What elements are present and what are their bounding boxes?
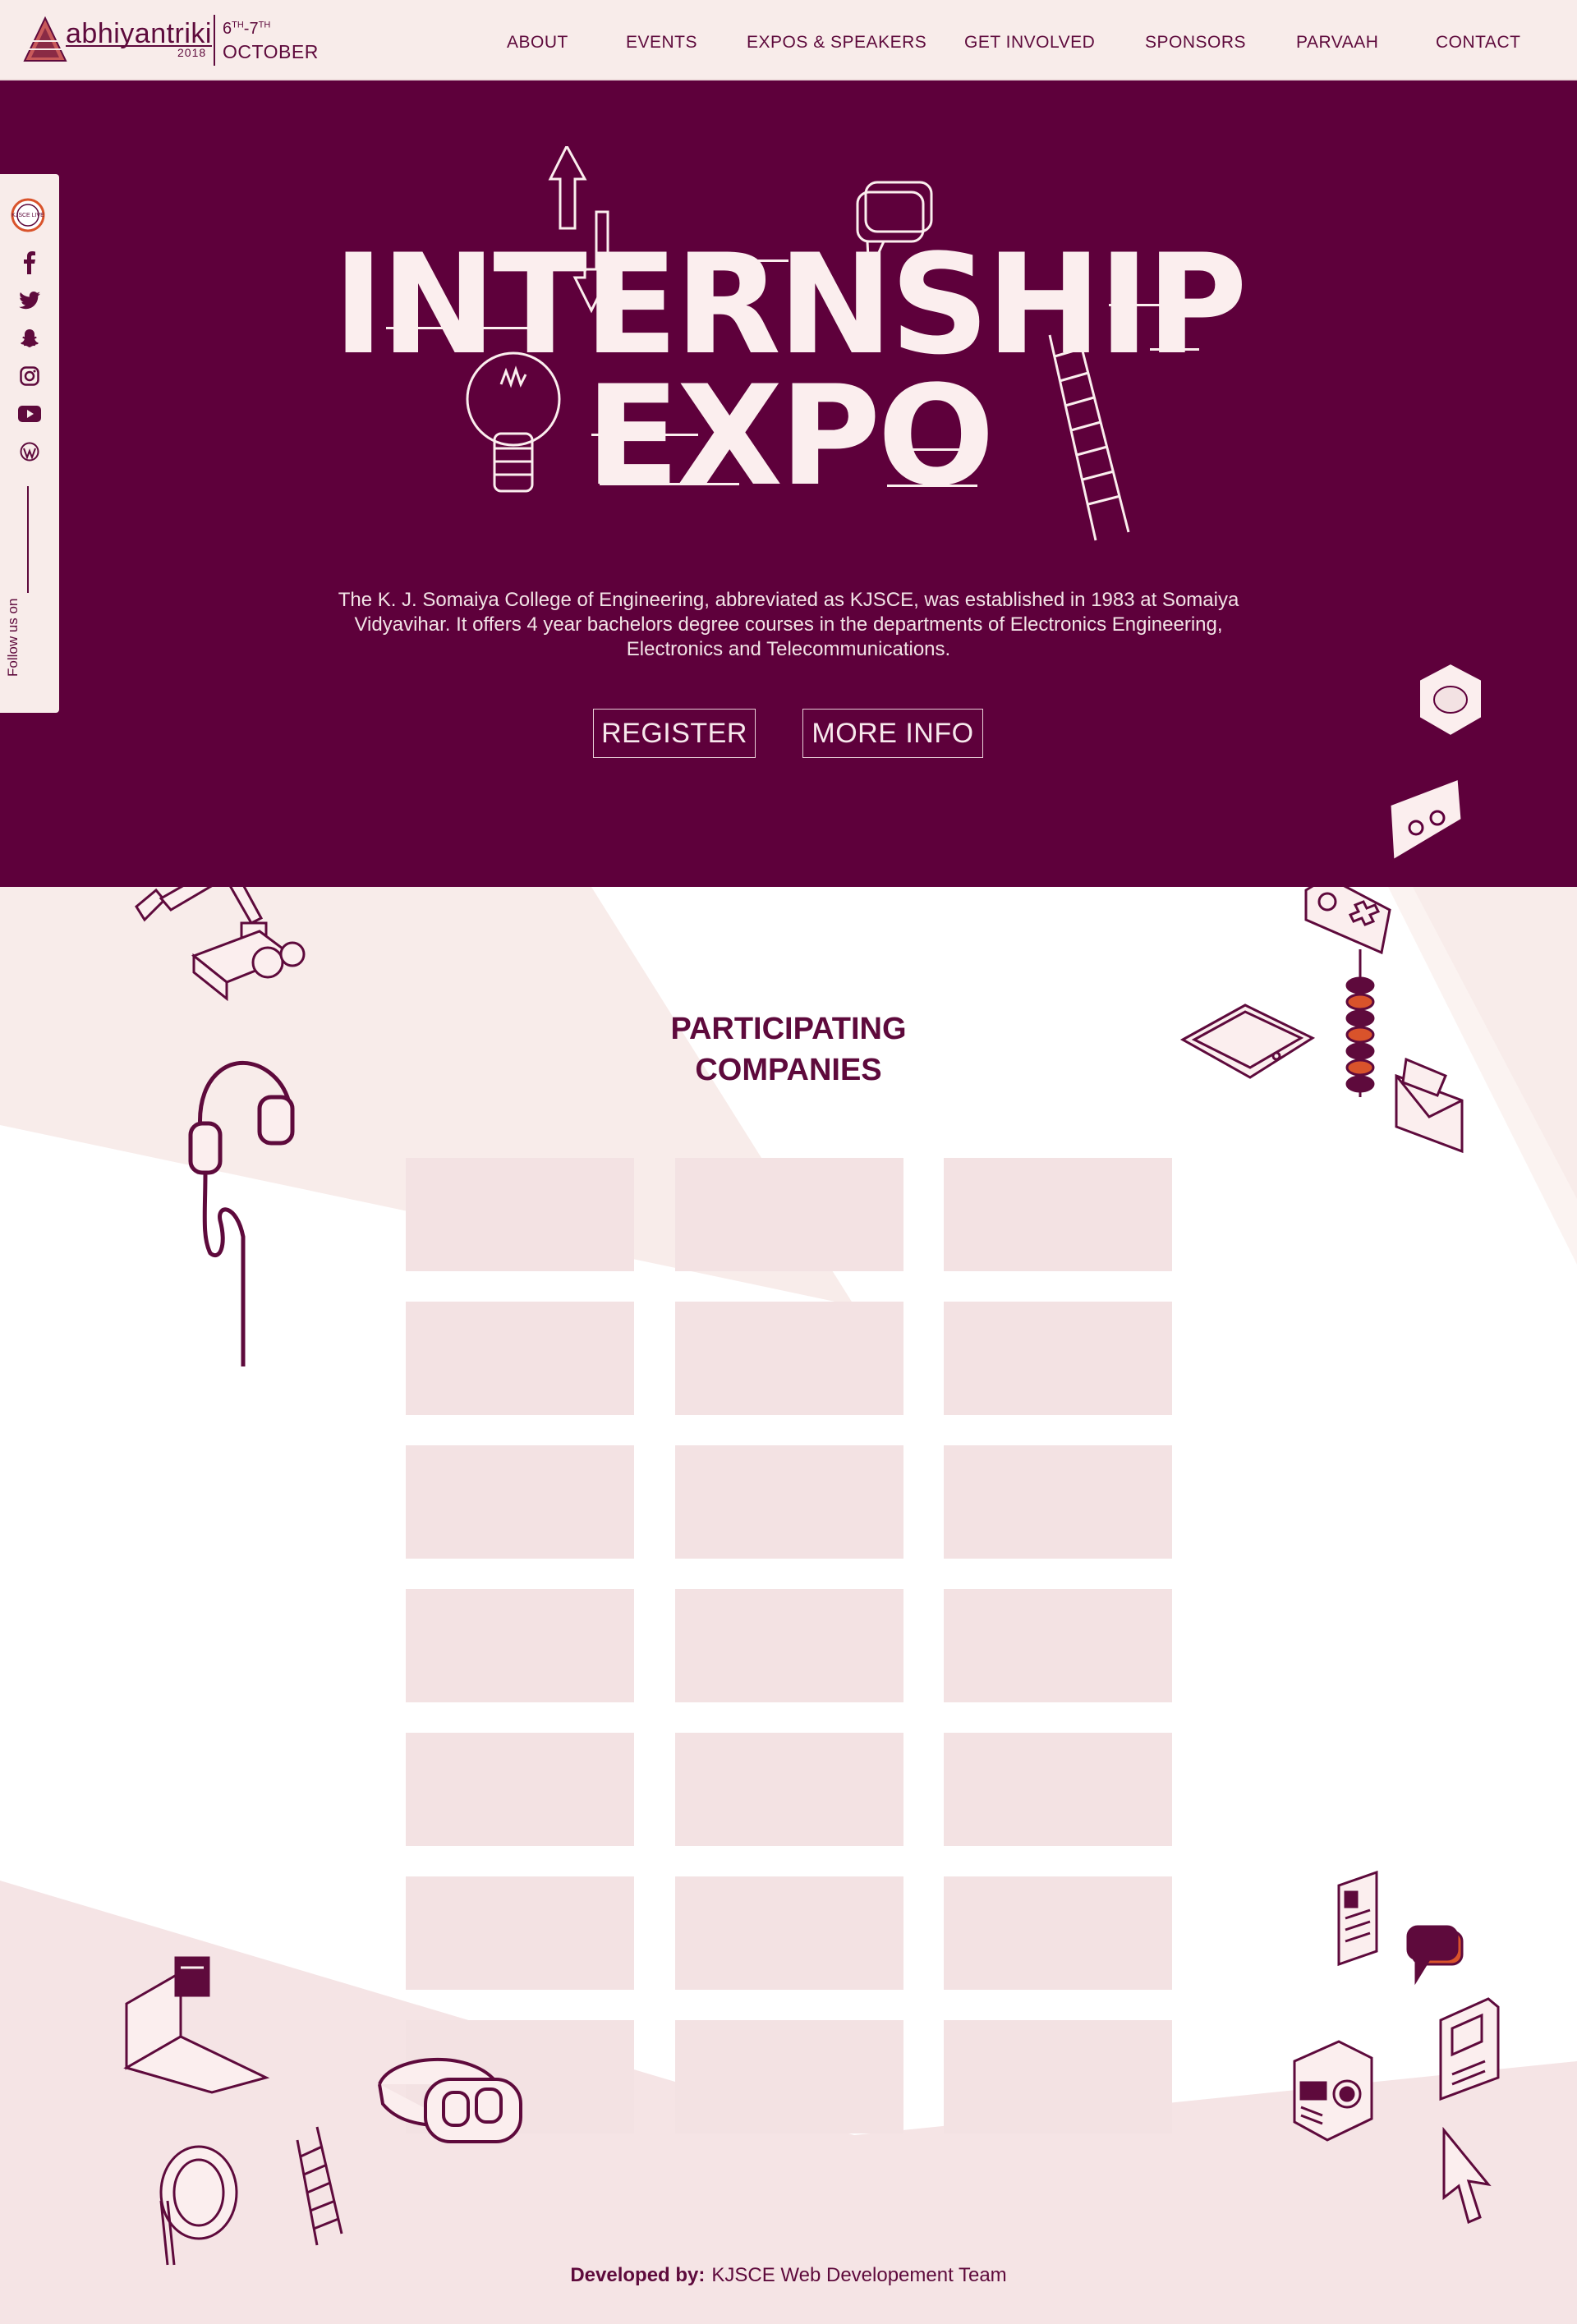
snapchat-icon[interactable] <box>18 327 41 350</box>
nav-about[interactable]: ABOUT <box>507 33 568 53</box>
hex-nut-icon <box>1418 662 1483 737</box>
glitch-line <box>1150 348 1199 351</box>
kjsce-live-icon[interactable]: KJSCE LIVE <box>10 197 46 233</box>
facebook-icon[interactable] <box>18 251 41 274</box>
glitch-line <box>1109 304 1207 306</box>
glitch-line <box>600 483 739 485</box>
vr-headset-icon <box>378 2058 522 2143</box>
developer-team[interactable]: KJSCE Web Developement Team <box>711 2264 1006 2286</box>
company-card[interactable] <box>675 2020 903 2133</box>
cassette-icon <box>1388 776 1464 863</box>
glitch-line <box>591 434 698 436</box>
youtube-icon[interactable] <box>18 402 41 425</box>
company-card[interactable] <box>944 1876 1172 1990</box>
company-card[interactable] <box>675 1589 903 1702</box>
floppy-disk-icon <box>1439 1997 1500 2101</box>
logo-triangle-icon <box>23 16 67 62</box>
company-card[interactable] <box>406 1876 634 1990</box>
robot-arm-icon <box>135 887 306 1002</box>
company-card[interactable] <box>944 1302 1172 1415</box>
site-header: abhiyantriki 2018 6TH-7TH OCTOBER ABOUT … <box>0 0 1577 80</box>
section-title: PARTICIPATING COMPANIES <box>670 1012 907 1087</box>
speech-bubble-icon <box>1406 1925 1464 1986</box>
nav-expos-speakers[interactable]: EXPOS & SPEAKERS <box>747 33 926 53</box>
logo-divider <box>214 15 215 66</box>
event-month: OCTOBER <box>223 41 319 62</box>
nav-parvaah[interactable]: PARVAAH <box>1296 33 1378 53</box>
social-divider <box>27 486 29 593</box>
nav-contact[interactable]: CONTACT <box>1436 33 1520 53</box>
nav-get-involved[interactable]: GET INVOLVED <box>964 33 1095 53</box>
site-logo[interactable]: abhiyantriki 2018 6TH-7TH OCTOBER <box>23 15 318 67</box>
glitch-line <box>690 259 788 262</box>
gear-wheel-icon <box>159 2145 238 2266</box>
company-card[interactable] <box>675 1302 903 1415</box>
glitch-line <box>903 448 969 451</box>
company-card[interactable] <box>406 1589 634 1702</box>
small-ladder-icon <box>296 2126 343 2246</box>
glitch-line <box>887 485 977 487</box>
wordpress-icon[interactable] <box>18 440 41 463</box>
company-card[interactable] <box>675 1445 903 1559</box>
company-card[interactable] <box>675 1158 903 1271</box>
document-icon <box>1337 1870 1378 1967</box>
camera-icon <box>1293 2040 1373 2142</box>
logo-year: 2018 <box>177 46 207 59</box>
company-card[interactable] <box>675 1876 903 1990</box>
nav-sponsors[interactable]: SPONSORS <box>1145 33 1246 53</box>
company-card[interactable] <box>944 1589 1172 1702</box>
company-card[interactable] <box>406 1158 634 1271</box>
headphones-icon <box>188 1061 295 1366</box>
more-info-button[interactable]: MORE INFO <box>802 709 983 758</box>
company-card[interactable] <box>406 1445 634 1559</box>
follow-us-label: Follow us on <box>5 598 21 677</box>
instagram-icon[interactable] <box>18 365 41 388</box>
company-card[interactable] <box>406 1733 634 1846</box>
event-dates: 6TH-7TH <box>223 20 271 38</box>
twitter-icon[interactable] <box>18 289 41 312</box>
hero-title-line2: EXPO <box>585 356 995 517</box>
company-card[interactable] <box>944 2020 1172 2133</box>
developed-by-label: Developed by: <box>570 2264 706 2286</box>
laptop-icon <box>123 1956 270 2094</box>
participating-companies-section: PARTICIPATING COMPANIES <box>0 887 1577 2324</box>
company-card[interactable] <box>944 1158 1172 1271</box>
site-footer: Developed by: KJSCE Web Developement Team <box>0 2264 1577 2287</box>
company-card[interactable] <box>406 1302 634 1415</box>
hero-banner: INTERNSHIP EXPO The K. J. Somaiya Colleg… <box>0 80 1577 887</box>
company-card[interactable] <box>944 1733 1172 1846</box>
nav-events[interactable]: EVENTS <box>626 33 697 53</box>
register-button[interactable]: REGISTER <box>593 709 756 758</box>
cursor-arrow-icon <box>1442 2127 1492 2225</box>
company-card[interactable] <box>944 1445 1172 1559</box>
game-controller-icon <box>1304 887 1391 955</box>
company-card[interactable] <box>675 1733 903 1846</box>
hero-description: The K. J. Somaiya College of Engineering… <box>338 589 1239 660</box>
svg-text:KJSCE LIVE: KJSCE LIVE <box>11 213 44 218</box>
glitch-line <box>386 327 534 329</box>
social-sidebar: KJSCE LIVE Follow us on <box>0 174 59 713</box>
